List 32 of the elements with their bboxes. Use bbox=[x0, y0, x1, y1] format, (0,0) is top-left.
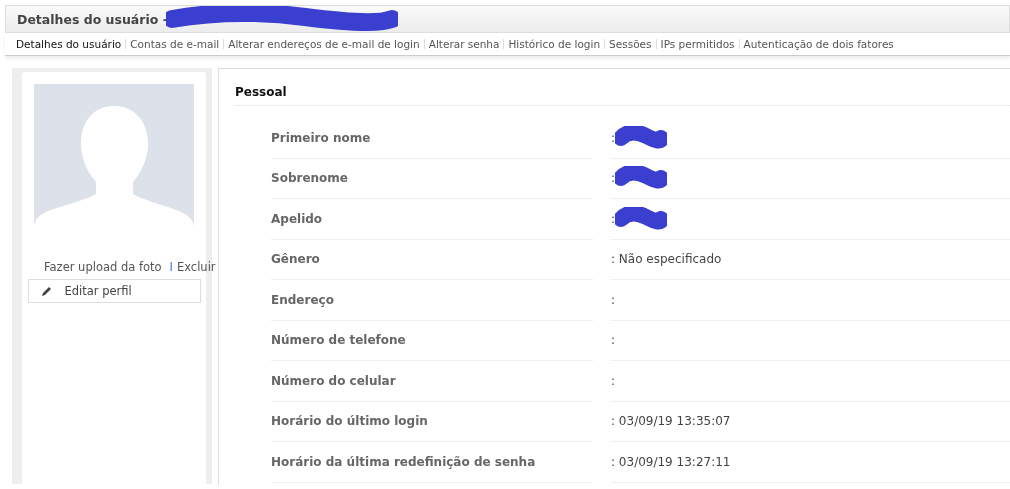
separator-mark: I bbox=[169, 260, 173, 274]
tab[interactable]: Sessões bbox=[604, 39, 656, 49]
pencil-icon bbox=[40, 285, 53, 297]
tab[interactable]: Autenticação de dois fatores bbox=[738, 39, 898, 49]
field-value: : Não especificado bbox=[611, 252, 722, 267]
tab[interactable]: Histórico de login bbox=[503, 39, 605, 49]
upload-photo-link[interactable]: Fazer upload da foto bbox=[44, 260, 162, 274]
tab[interactable]: Alterar endereços de e-mail de login bbox=[223, 39, 424, 49]
field-value: : bbox=[611, 373, 616, 388]
tab[interactable]: Alterar senha bbox=[423, 39, 504, 49]
field-value: : bbox=[611, 130, 616, 145]
tab[interactable]: Contas de e-mail bbox=[125, 39, 224, 49]
field-label: Primeiro nome bbox=[271, 118, 593, 159]
field-value: : bbox=[611, 333, 616, 348]
field-label: Número do celular bbox=[271, 361, 593, 402]
field-value: : bbox=[611, 171, 616, 186]
field-label: Sobrenome bbox=[271, 158, 593, 199]
field-label: Gênero bbox=[271, 239, 593, 280]
field-value: : 03/09/19 13:27:11 bbox=[611, 454, 731, 469]
field-label: Endereço bbox=[271, 280, 593, 321]
delete-link[interactable]: Excluir bbox=[176, 260, 216, 274]
field-value: : bbox=[611, 211, 616, 226]
tab[interactable]: Detalhes do usuário bbox=[16, 39, 126, 49]
field-label: Horário da última redefinição de senha bbox=[271, 442, 593, 483]
field-label: Número de telefone bbox=[271, 320, 593, 361]
field-value: : 03/09/19 13:35:07 bbox=[611, 414, 731, 429]
field-label: Horário do último login bbox=[271, 401, 593, 442]
tab[interactable]: IPs permitidos bbox=[655, 39, 739, 49]
field-value: : bbox=[611, 292, 616, 307]
section-title: Pessoal bbox=[235, 85, 1010, 106]
edit-profile-button[interactable]: Editar perfil bbox=[27, 279, 201, 303]
field-label: Apelido bbox=[271, 199, 593, 240]
